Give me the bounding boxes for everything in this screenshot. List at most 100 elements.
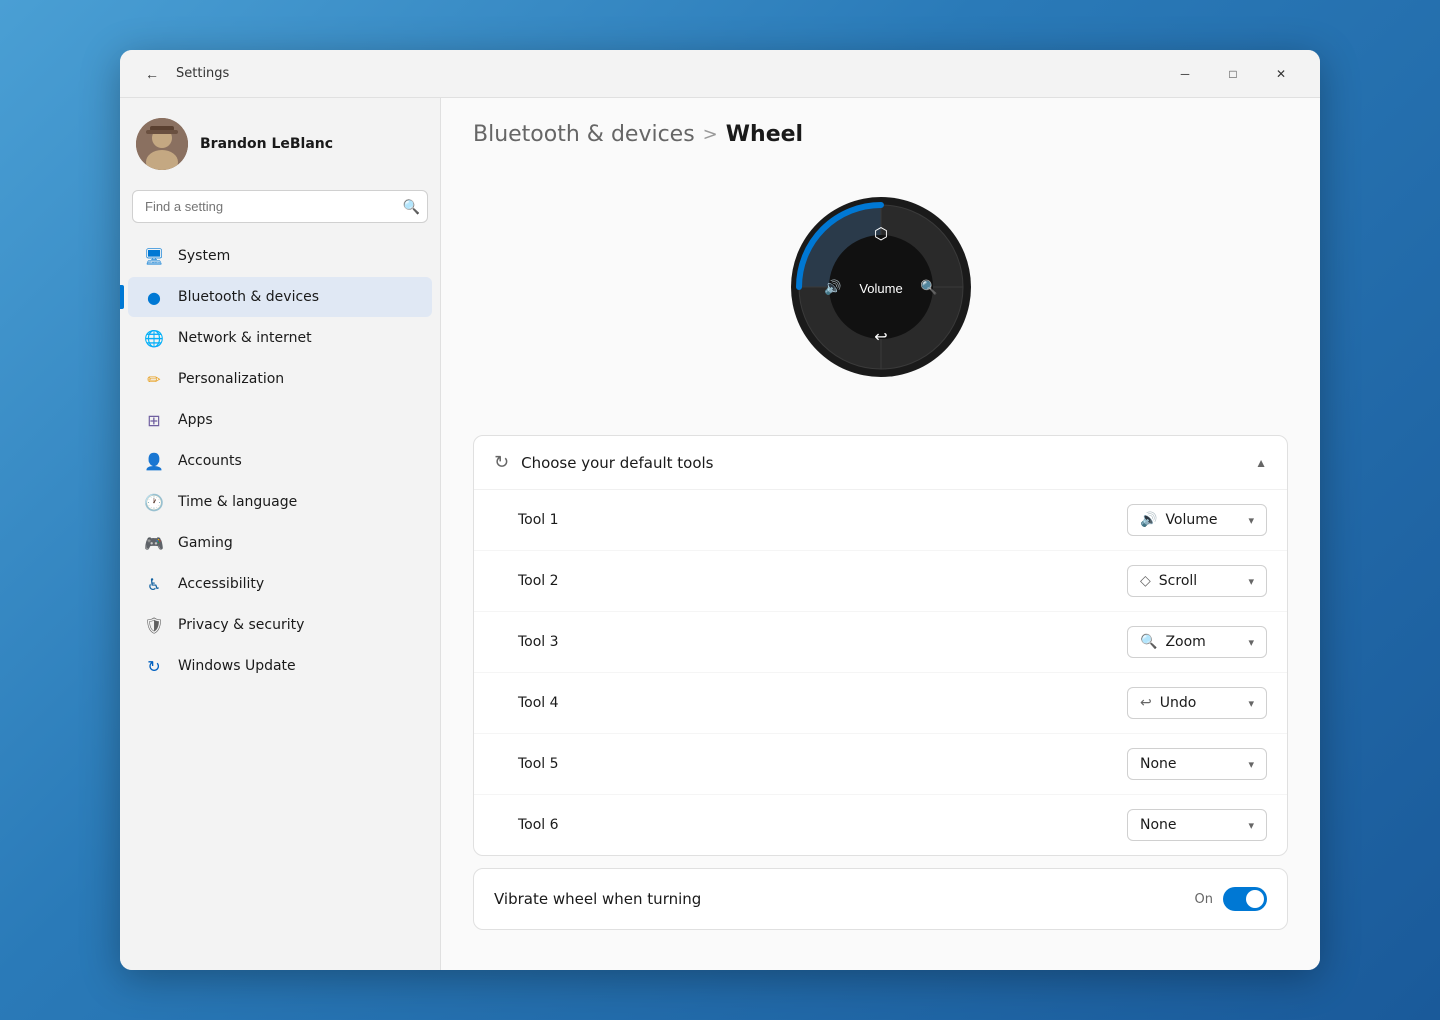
sidebar-item-personalization[interactable]: ✏ Personalization [128, 359, 432, 399]
tool-dropdown-chevron-2: ▾ [1248, 575, 1254, 588]
sidebar-item-accessibility[interactable]: ♿ Accessibility [128, 564, 432, 604]
nav-label-accounts: Accounts [178, 453, 242, 469]
user-name: Brandon LeBlanc [200, 136, 333, 152]
wheel-diagram-container: Volume ⬡ 🔊 🔍 ↩ [473, 171, 1288, 403]
tool-dropdown-icon-2: ◇ [1140, 573, 1151, 589]
tool-label-2: Tool 2 [518, 573, 1127, 589]
nav-label-network: Network & internet [178, 330, 312, 346]
default-tools-card: ↻ Choose your default tools ▲ Tool 1 🔊 V… [473, 435, 1288, 856]
nav-icon-time: 🕐 [144, 492, 164, 512]
nav-icon-personalization: ✏ [144, 369, 164, 389]
default-tools-header[interactable]: ↻ Choose your default tools ▲ [474, 436, 1287, 490]
svg-text:🔍: 🔍 [920, 278, 937, 296]
tool-dropdown-icon-1: 🔊 [1140, 512, 1157, 528]
tool-dropdown-4[interactable]: ↩ Undo ▾ [1127, 687, 1267, 719]
tool-dropdown-chevron-3: ▾ [1248, 636, 1254, 649]
maximize-button[interactable]: □ [1210, 58, 1256, 90]
breadcrumb: Bluetooth & devices > Wheel [473, 122, 1288, 147]
tool-dropdown-icon-4: ↩ [1140, 695, 1152, 711]
sidebar-item-network[interactable]: 🌐 Network & internet [128, 318, 432, 358]
nav-label-gaming: Gaming [178, 535, 233, 551]
sidebar-item-accounts[interactable]: 👤 Accounts [128, 441, 432, 481]
window-title: Settings [176, 66, 1162, 81]
tool-label-4: Tool 4 [518, 695, 1127, 711]
back-button[interactable]: ← [136, 58, 168, 90]
sidebar: Brandon LeBlanc 🔍 🖥 System ● Bluetooth &… [120, 98, 440, 970]
tool-dropdown-2[interactable]: ◇ Scroll ▾ [1127, 565, 1267, 597]
tool-dropdown-3[interactable]: 🔍 Zoom ▾ [1127, 626, 1267, 658]
tool-dropdown-5[interactable]: None ▾ [1127, 748, 1267, 780]
sidebar-item-bluetooth[interactable]: ● Bluetooth & devices [128, 277, 432, 317]
search-icon[interactable]: 🔍 [403, 198, 420, 215]
tool-dropdown-value-3: Zoom [1165, 634, 1205, 650]
nav-list: 🖥 System ● Bluetooth & devices 🌐 Network… [120, 235, 440, 687]
title-bar: ← Settings ─ □ ✕ [120, 50, 1320, 98]
tool-dropdown-chevron-1: ▾ [1248, 514, 1254, 527]
tool-row-5: Tool 5 None ▾ [474, 734, 1287, 795]
tool-row-1: Tool 1 🔊 Volume ▾ [474, 490, 1287, 551]
nav-label-apps: Apps [178, 412, 213, 428]
tool-label-6: Tool 6 [518, 817, 1127, 833]
nav-label-update: Windows Update [178, 658, 296, 674]
search-input[interactable] [132, 190, 428, 223]
svg-text:🔊: 🔊 [824, 278, 841, 296]
tool-dropdown-1[interactable]: 🔊 Volume ▾ [1127, 504, 1267, 536]
breadcrumb-current: Wheel [726, 122, 803, 147]
tool-dropdown-chevron-5: ▾ [1248, 758, 1254, 771]
nav-icon-network: 🌐 [144, 328, 164, 348]
toggle-knob [1246, 890, 1264, 908]
vibrate-status: On [1195, 892, 1213, 907]
sidebar-item-gaming[interactable]: 🎮 Gaming [128, 523, 432, 563]
nav-icon-gaming: 🎮 [144, 533, 164, 553]
tool-dropdown-value-1: Volume [1165, 512, 1217, 528]
tool-dropdown-value-5: None [1140, 756, 1177, 772]
nav-icon-privacy: 🛡 [144, 615, 164, 635]
sidebar-item-system[interactable]: 🖥 System [128, 236, 432, 276]
user-profile[interactable]: Brandon LeBlanc [120, 106, 440, 190]
tool-label-1: Tool 1 [518, 512, 1127, 528]
tool-label-3: Tool 3 [518, 634, 1127, 650]
sidebar-item-time[interactable]: 🕐 Time & language [128, 482, 432, 522]
nav-icon-accessibility: ♿ [144, 574, 164, 594]
collapse-button[interactable]: ▲ [1255, 456, 1267, 470]
tool-dropdown-value-2: Scroll [1159, 573, 1197, 589]
sidebar-item-update[interactable]: ↻ Windows Update [128, 646, 432, 686]
nav-icon-update: ↻ [144, 656, 164, 676]
breadcrumb-separator: > [703, 124, 718, 145]
nav-label-privacy: Privacy & security [178, 617, 304, 633]
sidebar-item-apps[interactable]: ⊞ Apps [128, 400, 432, 440]
vibrate-card: Vibrate wheel when turning On [473, 868, 1288, 930]
nav-label-personalization: Personalization [178, 371, 284, 387]
svg-text:↩: ↩ [874, 327, 887, 346]
svg-text:⬡: ⬡ [874, 224, 888, 243]
nav-label-bluetooth: Bluetooth & devices [178, 289, 319, 305]
nav-icon-system: 🖥 [144, 246, 164, 266]
tool-dropdown-value-6: None [1140, 817, 1177, 833]
close-button[interactable]: ✕ [1258, 58, 1304, 90]
settings-window: ← Settings ─ □ ✕ [120, 50, 1320, 970]
nav-label-time: Time & language [178, 494, 297, 510]
tool-row-3: Tool 3 🔍 Zoom ▾ [474, 612, 1287, 673]
tool-dropdown-value-4: Undo [1160, 695, 1197, 711]
minimize-button[interactable]: ─ [1162, 58, 1208, 90]
breadcrumb-parent[interactable]: Bluetooth & devices [473, 122, 695, 147]
default-tools-title: Choose your default tools [521, 454, 1243, 472]
vibrate-label: Vibrate wheel when turning [494, 890, 1195, 908]
tool-dropdown-chevron-4: ▾ [1248, 697, 1254, 710]
tool-row-4: Tool 4 ↩ Undo ▾ [474, 673, 1287, 734]
window-controls: ─ □ ✕ [1162, 58, 1304, 90]
content-area: Brandon LeBlanc 🔍 🖥 System ● Bluetooth &… [120, 98, 1320, 970]
avatar-image [136, 118, 188, 170]
wheel-svg: Volume ⬡ 🔊 🔍 ↩ [781, 187, 981, 387]
tool-dropdown-6[interactable]: None ▾ [1127, 809, 1267, 841]
nav-label-accessibility: Accessibility [178, 576, 264, 592]
vibrate-toggle[interactable] [1223, 887, 1267, 911]
sidebar-item-privacy[interactable]: 🛡 Privacy & security [128, 605, 432, 645]
tools-icon: ↻ [494, 452, 509, 473]
nav-icon-bluetooth: ● [144, 287, 164, 307]
svg-text:Volume: Volume [859, 281, 902, 296]
nav-label-system: System [178, 248, 230, 264]
tool-label-5: Tool 5 [518, 756, 1127, 772]
nav-icon-apps: ⊞ [144, 410, 164, 430]
tool-dropdown-icon-3: 🔍 [1140, 634, 1157, 650]
